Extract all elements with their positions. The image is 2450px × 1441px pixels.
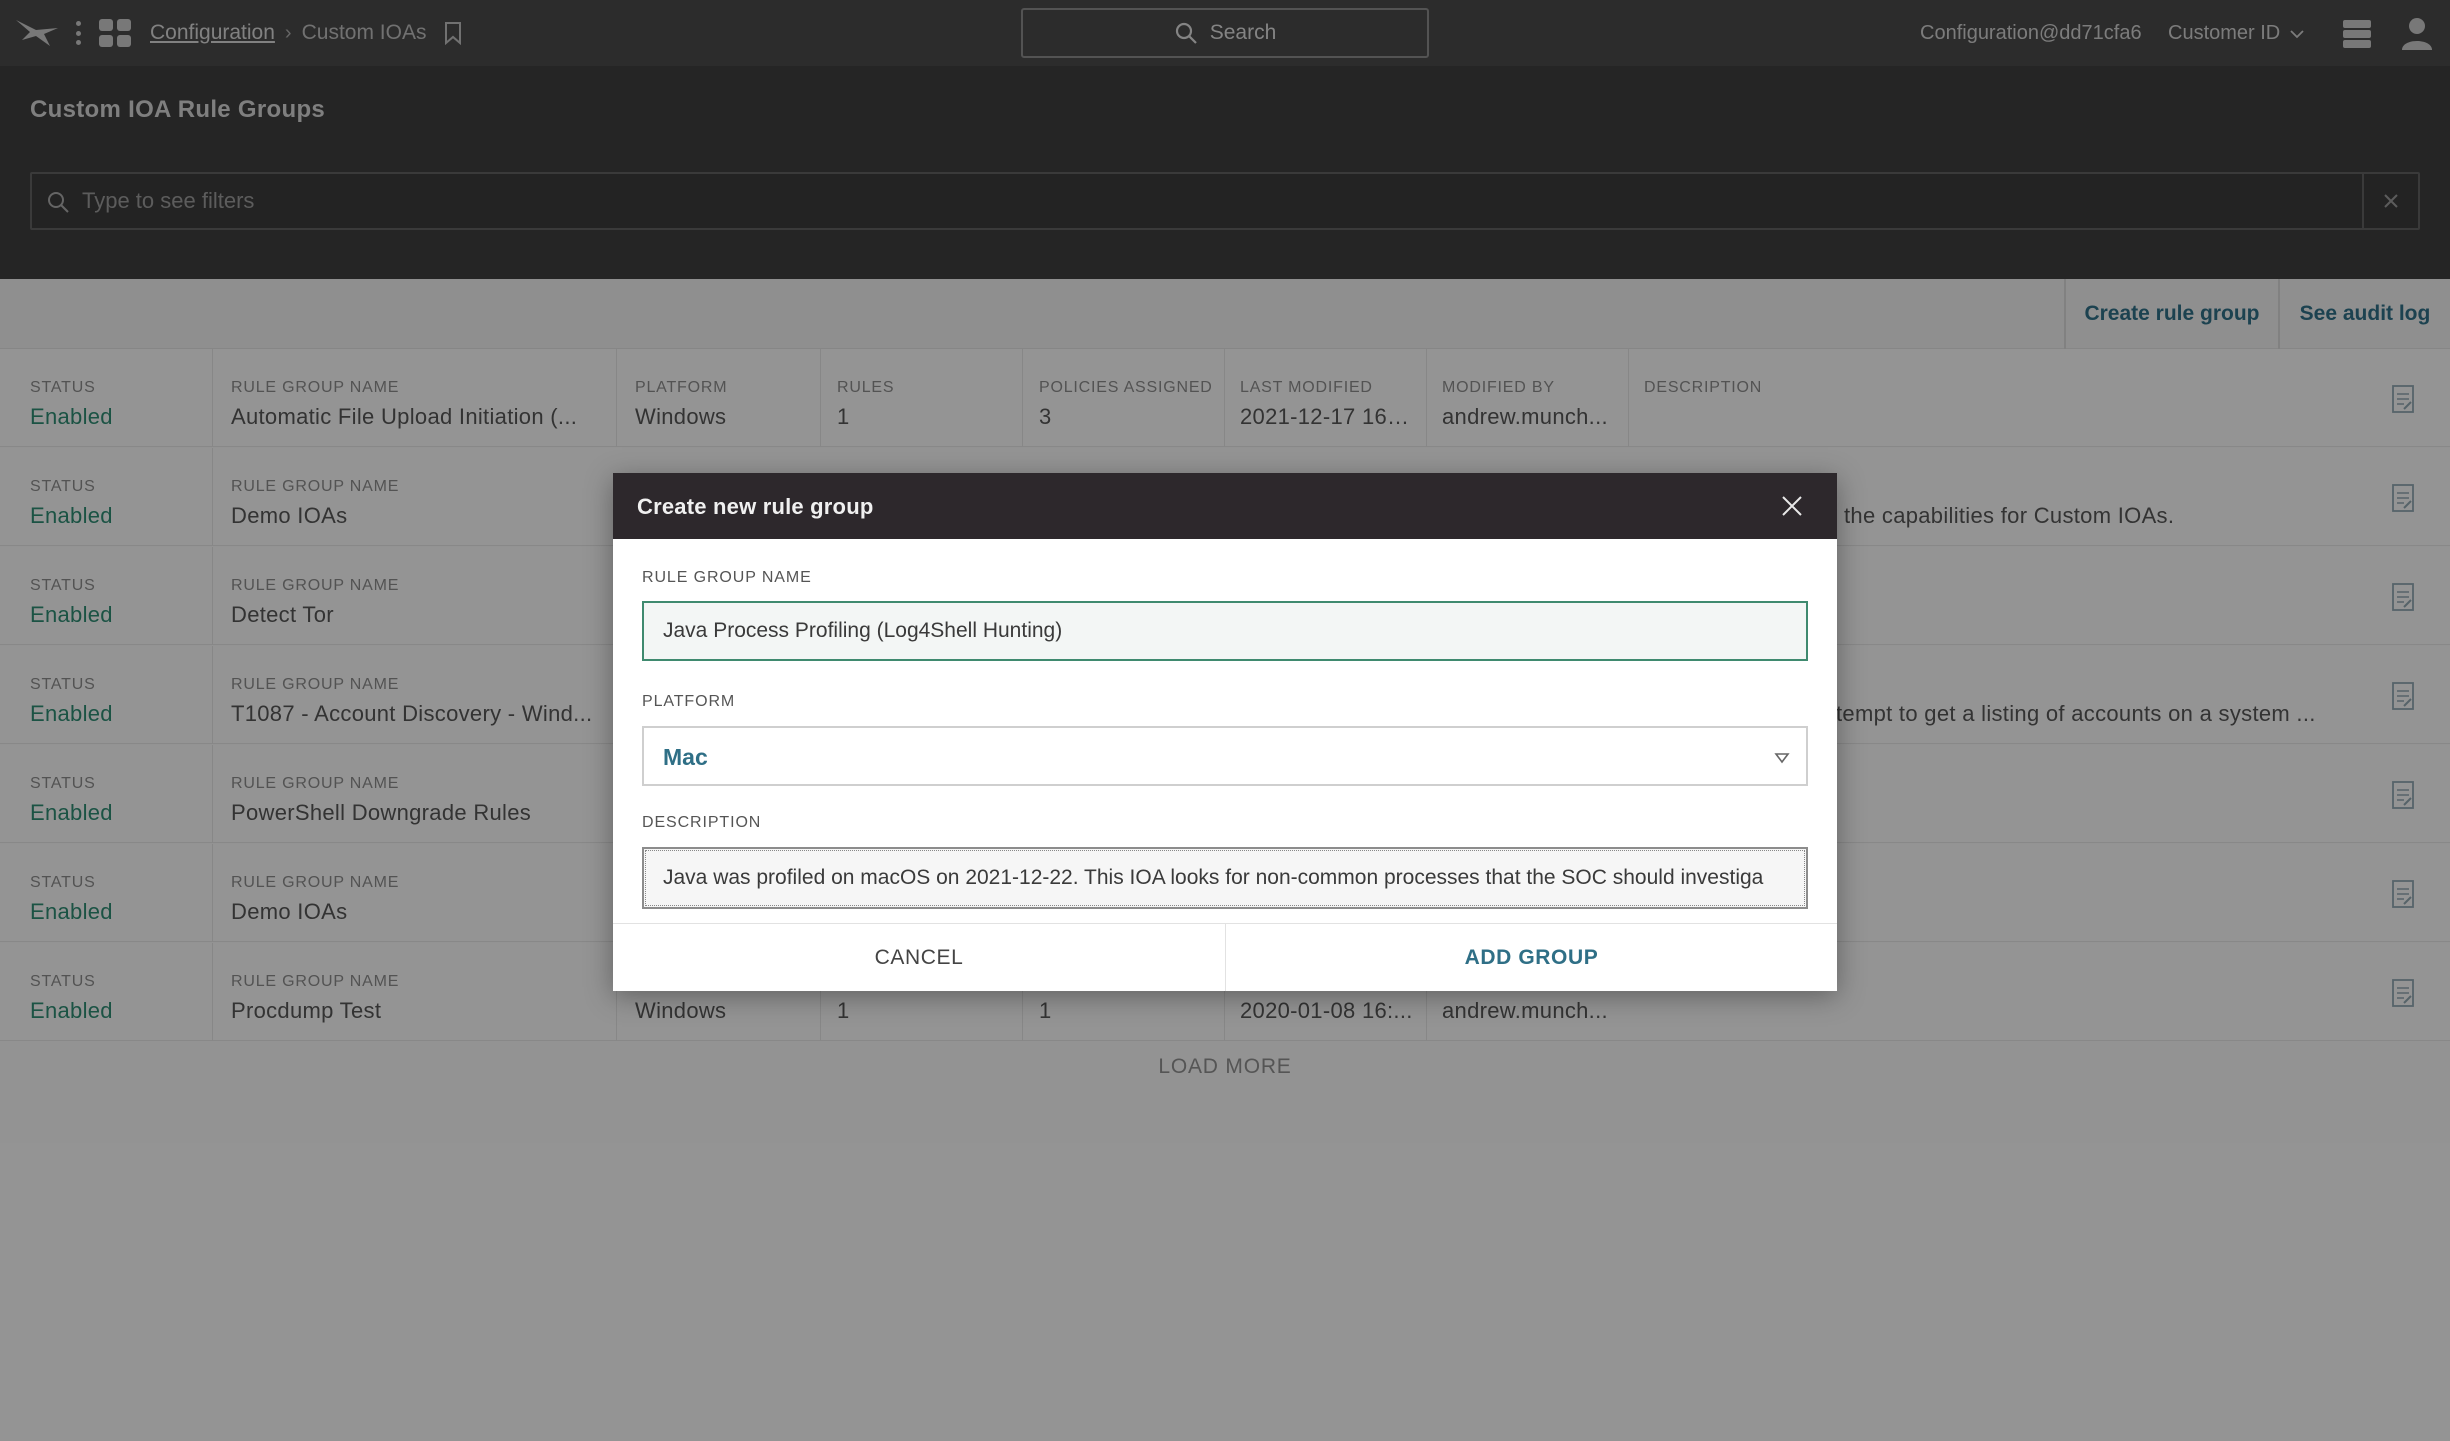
description-field-label: DESCRIPTION — [642, 814, 762, 831]
chevron-down-icon — [1774, 753, 1790, 764]
platform-field-label: PLATFORM — [642, 693, 736, 710]
create-rule-group-dialog: Create new rule group RULE GROUP NAME PL… — [613, 473, 1837, 991]
close-dialog-button[interactable] — [1777, 491, 1807, 521]
platform-select[interactable]: Mac — [642, 726, 1808, 786]
description-input[interactable] — [642, 847, 1808, 909]
close-icon — [1782, 496, 1802, 516]
add-group-button[interactable]: ADD GROUP — [1225, 924, 1837, 991]
rule-group-name-field-label: RULE GROUP NAME — [642, 569, 812, 586]
rule-group-name-input[interactable] — [642, 601, 1808, 661]
dialog-header: Create new rule group — [613, 473, 1837, 539]
cancel-button[interactable]: CANCEL — [613, 924, 1225, 991]
platform-select-value: Mac — [663, 744, 708, 770]
dialog-title: Create new rule group — [637, 494, 874, 519]
dialog-footer: CANCEL ADD GROUP — [613, 923, 1837, 991]
